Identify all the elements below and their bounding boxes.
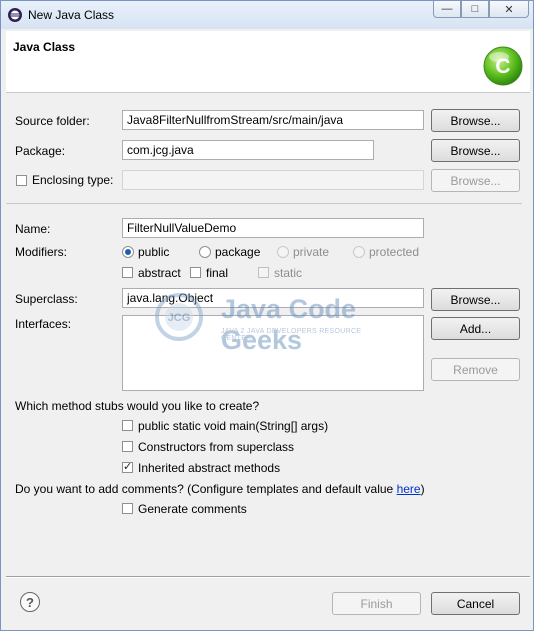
enclosing-type-input bbox=[122, 170, 424, 190]
inherited-methods-label: Inherited abstract methods bbox=[138, 461, 281, 475]
protected-radio-label: protected bbox=[369, 245, 420, 259]
maximize-button[interactable]: □ bbox=[461, 1, 489, 18]
superclass-browse-button[interactable]: Browse... bbox=[431, 288, 520, 311]
static-label: static bbox=[274, 266, 303, 280]
java-class-icon: C bbox=[483, 46, 523, 86]
private-radio bbox=[277, 246, 289, 258]
abstract-label: abstract bbox=[138, 266, 181, 280]
interfaces-label: Interfaces: bbox=[15, 317, 72, 331]
enclosing-type-checkbox[interactable] bbox=[16, 175, 27, 186]
final-checkbox[interactable] bbox=[190, 267, 201, 278]
package-browse-button[interactable]: Browse... bbox=[431, 139, 520, 162]
package-radio-label: package bbox=[215, 245, 261, 259]
protected-radio bbox=[353, 246, 365, 258]
source-folder-label: Source folder: bbox=[15, 114, 90, 128]
constructors-label: Constructors from superclass bbox=[138, 440, 295, 454]
superclass-input[interactable] bbox=[122, 288, 424, 308]
generate-comments-checkbox[interactable] bbox=[122, 503, 133, 514]
modifiers-label: Modifiers: bbox=[15, 245, 68, 259]
minimize-button[interactable]: — bbox=[433, 1, 461, 18]
name-label: Name: bbox=[15, 222, 51, 236]
superclass-label: Superclass: bbox=[15, 292, 78, 306]
eclipse-icon bbox=[8, 8, 22, 22]
finish-button: Finish bbox=[332, 592, 421, 615]
page-title: Java Class bbox=[13, 40, 76, 54]
inherited-methods-checkbox[interactable] bbox=[122, 460, 133, 473]
package-label: Package: bbox=[15, 144, 66, 158]
class-name-input[interactable] bbox=[122, 218, 424, 238]
generate-comments-label: Generate comments bbox=[138, 502, 247, 516]
enclosing-type-browse-button: Browse... bbox=[431, 169, 520, 192]
enclosing-type-label: Enclosing type: bbox=[32, 173, 114, 187]
final-label: final bbox=[206, 266, 229, 280]
source-folder-input[interactable] bbox=[122, 110, 424, 130]
title-bar: New Java Class — □ ✕ bbox=[1, 1, 533, 29]
source-folder-browse-button[interactable]: Browse... bbox=[431, 109, 520, 132]
static-checkbox bbox=[258, 267, 269, 278]
close-button[interactable]: ✕ bbox=[489, 1, 529, 18]
abstract-checkbox[interactable] bbox=[122, 267, 133, 278]
package-input[interactable] bbox=[122, 140, 374, 160]
wizard-header: Java Class C bbox=[6, 31, 530, 93]
main-method-label: public static void main(String[] args) bbox=[138, 419, 329, 433]
add-interface-button[interactable]: Add... bbox=[431, 317, 520, 340]
main-method-checkbox[interactable] bbox=[122, 420, 133, 431]
window-controls: — □ ✕ bbox=[433, 1, 529, 19]
footer-separator bbox=[6, 576, 530, 578]
logo-letter: C bbox=[495, 55, 510, 78]
comments-question: Do you want to add comments? (Configure … bbox=[15, 482, 425, 496]
interfaces-list[interactable] bbox=[122, 315, 424, 391]
remove-interface-button: Remove bbox=[431, 358, 520, 381]
public-radio-label: public bbox=[138, 245, 170, 259]
separator bbox=[6, 203, 522, 204]
new-java-class-dialog: New Java Class — □ ✕ Java Class C Source… bbox=[0, 0, 534, 631]
cancel-button[interactable]: Cancel bbox=[431, 592, 520, 615]
package-radio[interactable] bbox=[199, 246, 211, 258]
help-icon[interactable]: ? bbox=[20, 592, 40, 612]
private-radio-label: private bbox=[293, 245, 330, 259]
method-stubs-question: Which method stubs would you like to cre… bbox=[15, 399, 260, 413]
configure-templates-link[interactable]: here bbox=[397, 482, 421, 496]
constructors-checkbox[interactable] bbox=[122, 441, 133, 452]
window-title: New Java Class bbox=[28, 8, 115, 22]
public-radio[interactable] bbox=[122, 246, 134, 258]
